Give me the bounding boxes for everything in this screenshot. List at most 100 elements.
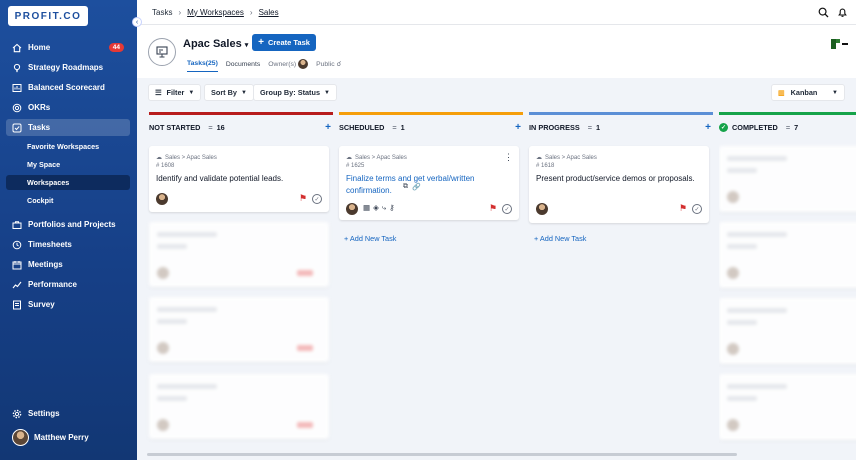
column-header: ✓ COMPLETED = 7: [719, 122, 799, 132]
presentation-icon: [148, 38, 176, 66]
column-scheduled: SCHEDULED = 1 + ☁ Sales > Apac Sales ⋮ # …: [339, 112, 523, 460]
plus-icon: +: [344, 234, 349, 243]
link-icon[interactable]: 🔗: [412, 183, 421, 191]
checkbox-icon: [12, 123, 22, 133]
column-header: IN PROGRESS = 1 +: [529, 121, 711, 133]
complete-check-icon[interactable]: ✓: [502, 204, 512, 214]
user-name: Matthew Perry: [34, 433, 89, 442]
task-card[interactable]: ☁ Sales > Apac Sales ⋮ # 1625 Finalize te…: [339, 146, 519, 220]
calendar-icon[interactable]: ▦: [363, 203, 370, 213]
search-icon[interactable]: [818, 7, 829, 20]
add-new-task-button[interactable]: + Add New Task: [534, 234, 586, 243]
sidebar-sub-workspaces[interactable]: Workspaces: [6, 175, 130, 190]
workspace-header: Apac Sales ▾ + Create Task Tasks(25) Doc…: [137, 25, 856, 78]
avatar: [12, 429, 29, 446]
sort-by-button[interactable]: Sort By ▼: [204, 84, 254, 101]
task-title[interactable]: Identify and validate potential leads.: [156, 173, 321, 185]
filter-button[interactable]: ☰ Filter ▼: [148, 84, 202, 101]
brand-icon[interactable]: [830, 38, 850, 52]
sidebar-item-strategy-roadmaps[interactable]: Strategy Roadmaps: [6, 59, 130, 76]
scorecard-icon: [12, 83, 22, 93]
briefcase-icon: [12, 220, 22, 230]
visibility[interactable]: Public ☌: [316, 60, 341, 72]
sidebar-item-balanced-scorecard[interactable]: Balanced Scorecard: [6, 79, 130, 96]
assignee-avatar[interactable]: [536, 203, 548, 215]
breadcrumb-tasks[interactable]: Tasks: [152, 8, 172, 17]
home-badge: 44: [108, 43, 124, 52]
collapse-sidebar-icon[interactable]: ‹: [132, 17, 142, 27]
count-icon: =: [392, 122, 397, 132]
caret-down-icon: ▼: [324, 89, 330, 96]
tab-documents[interactable]: Documents: [226, 61, 260, 72]
flag-icon[interactable]: ⚑: [489, 203, 497, 214]
assignee-avatar[interactable]: [156, 193, 168, 205]
sidebar-sub-my-space[interactable]: My Space: [6, 157, 130, 172]
user-profile[interactable]: Matthew Perry: [12, 429, 89, 446]
task-title[interactable]: Finalize terms and get verbal/written co…: [346, 173, 511, 197]
page-title[interactable]: Apac Sales ▾: [183, 38, 248, 50]
sidebar-item-portfolios[interactable]: Portfolios and Projects: [6, 216, 130, 233]
app-logo[interactable]: PROFIT.CO: [8, 6, 88, 26]
column-header: NOT STARTED = 16 +: [149, 121, 331, 133]
owners[interactable]: Owner(s): [268, 59, 309, 73]
complete-check-icon[interactable]: ✓: [692, 204, 702, 214]
chevron-right-icon: ›: [178, 7, 182, 17]
sidebar-item-tasks[interactable]: Tasks: [6, 119, 130, 136]
sidebar-item-performance[interactable]: Performance: [6, 276, 130, 293]
add-task-plus-icon[interactable]: +: [515, 122, 521, 133]
owner-avatar: [298, 59, 309, 69]
complete-check-icon[interactable]: ✓: [312, 194, 322, 204]
blurred-card: [149, 374, 329, 439]
filter-icon: ☰: [155, 88, 162, 97]
add-task-plus-icon[interactable]: +: [705, 122, 711, 133]
sidebar-item-meetings[interactable]: Meetings: [6, 256, 130, 273]
plus-icon: +: [534, 234, 539, 243]
breadcrumb: Tasks › My Workspaces › Sales: [137, 0, 856, 25]
tab-tasks[interactable]: Tasks(25): [187, 60, 218, 72]
home-icon: [12, 43, 22, 53]
task-card[interactable]: ☁ Sales > Apac Sales # 1608 Identify and …: [149, 146, 329, 212]
add-task-plus-icon[interactable]: +: [325, 122, 331, 133]
add-new-task-button[interactable]: + Add New Task: [344, 234, 396, 243]
key-icon[interactable]: ⚷: [389, 203, 395, 213]
blurred-card: [719, 146, 856, 212]
breadcrumb-sales[interactable]: Sales: [259, 8, 279, 17]
main-content: Tasks › My Workspaces › Sales Apac Sales…: [137, 0, 856, 460]
sidebar-item-home[interactable]: Home 44: [6, 39, 130, 56]
caret-down-icon: ▾: [244, 42, 249, 49]
more-options-icon[interactable]: ⋮: [504, 152, 513, 163]
view-kanban-button[interactable]: ▥ Kanban ▼: [771, 84, 845, 101]
clock-icon: [12, 240, 22, 250]
caret-down-icon: ▼: [188, 89, 195, 96]
horizontal-scrollbar[interactable]: [147, 453, 737, 456]
task-title[interactable]: Present product/service demos or proposa…: [536, 173, 701, 185]
caret-down-icon: ▼: [240, 89, 247, 96]
create-task-button[interactable]: + Create Task: [252, 34, 316, 51]
copy-icon[interactable]: ⧉: [403, 183, 408, 191]
sidebar-item-okrs[interactable]: OKRs: [6, 99, 130, 116]
breadcrumb-my-workspaces[interactable]: My Workspaces: [187, 8, 244, 17]
gear-icon: [12, 409, 22, 419]
sidebar-item-settings[interactable]: Settings: [6, 405, 130, 422]
workspace-tabs: Tasks(25) Documents Owner(s) Public ☌: [187, 59, 341, 73]
assignee-avatar[interactable]: [346, 203, 358, 215]
tag-icon[interactable]: ◈: [373, 203, 379, 213]
workspace-icon: ☁: [346, 155, 352, 161]
sidebar-sub-favorite-workspaces[interactable]: Favorite Workspaces: [6, 139, 130, 154]
chevron-right-icon: ›: [249, 7, 253, 17]
blurred-card: [719, 222, 856, 288]
sidebar-item-survey[interactable]: Survey: [6, 296, 130, 313]
bell-icon[interactable]: [837, 7, 848, 20]
subtask-icon[interactable]: ⤷: [382, 203, 386, 213]
task-card[interactable]: ☁ Sales > Apac Sales # 1618 Present produ…: [529, 146, 709, 223]
group-by-button[interactable]: Group By: Status ▼: [253, 84, 337, 101]
sidebar: PROFIT.CO ‹ Home 44 Strategy Roadmaps Ba…: [0, 0, 142, 460]
column-in-progress: IN PROGRESS = 1 + ☁ Sales > Apac Sales # …: [529, 112, 713, 460]
column-completed: ✓ COMPLETED = 7: [719, 112, 856, 460]
sidebar-item-timesheets[interactable]: Timesheets: [6, 236, 130, 253]
flag-icon[interactable]: ⚑: [299, 193, 307, 204]
flag-icon[interactable]: ⚑: [679, 203, 687, 214]
sidebar-sub-cockpit[interactable]: Cockpit: [6, 193, 130, 208]
target-icon: [12, 103, 22, 113]
globe-icon: ☌: [336, 61, 342, 68]
